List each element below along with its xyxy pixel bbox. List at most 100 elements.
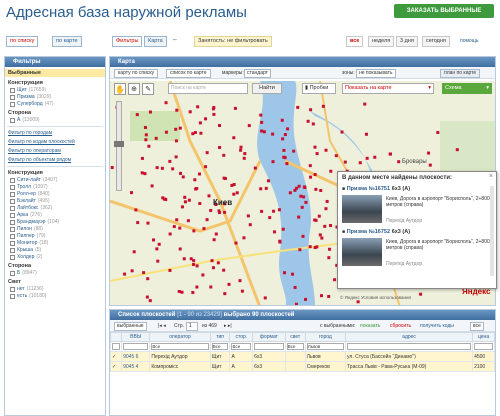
map-marker[interactable] [313,173,317,177]
map-marker[interactable] [179,171,183,175]
map-marker[interactable] [293,188,297,192]
time-week[interactable]: неделя [368,36,395,47]
map-marker[interactable] [234,241,238,245]
map-marker[interactable] [278,239,282,243]
map-marker[interactable] [204,165,208,169]
reset-link[interactable]: сбросить [390,323,411,329]
map-marker[interactable] [155,247,159,251]
construction2-item[interactable]: Арка (276) [10,212,102,218]
map-marker[interactable] [174,127,178,131]
checkbox[interactable] [10,247,15,253]
map-marker[interactable] [178,247,182,251]
map-marker[interactable] [260,209,264,213]
map-marker[interactable] [130,269,134,273]
zoom-icon[interactable]: ⊕ [128,83,140,95]
zoom-slider-handle[interactable] [114,141,124,147]
map-marker[interactable] [272,209,276,213]
map-marker[interactable] [308,164,312,168]
column-header[interactable]: адрес [345,332,474,342]
time-3days[interactable]: 3 дня [396,36,418,47]
map-marker[interactable] [209,208,213,212]
map-marker[interactable] [183,200,187,204]
map-marker[interactable] [358,161,362,165]
list-to-map-button[interactable]: список по карте [166,69,211,78]
map-marker[interactable] [240,289,244,293]
map-marker[interactable] [388,152,392,156]
map-marker[interactable] [223,292,227,296]
cell-surface-id[interactable]: 9045 4 [121,361,151,372]
map-marker[interactable] [232,182,236,186]
map-marker[interactable] [209,285,213,289]
map-marker[interactable] [298,248,302,252]
column-filter-select[interactable] [254,343,284,350]
tab-map-view[interactable]: по карте [52,36,82,47]
checkbox[interactable] [10,270,15,276]
selected-filter[interactable]: Выбранные [5,69,105,77]
map-marker[interactable] [222,268,226,272]
map-marker[interactable] [300,205,304,209]
map-marker[interactable] [294,302,298,306]
column-header[interactable]: город [304,332,347,342]
map-search-input[interactable]: Поиск на карте [168,83,248,94]
construction-item[interactable]: Суперборд (47) [10,101,102,107]
map-marker[interactable] [216,261,220,265]
sidebar-filter-link[interactable]: Фильтр по объектам рядом [8,157,102,163]
map-marker[interactable] [280,118,284,122]
cell-row-checkbox[interactable]: ✓ [110,361,123,372]
map-type-select[interactable]: Схема ▾ [442,83,492,94]
map-marker[interactable] [324,207,328,211]
map-marker[interactable] [140,156,144,160]
map-marker[interactable] [146,277,150,281]
map-marker[interactable] [373,155,377,159]
map-marker[interactable] [323,224,327,228]
checkbox[interactable] [10,226,15,232]
map-marker[interactable] [135,113,139,117]
checkbox[interactable] [10,191,15,197]
map-marker[interactable] [301,234,305,238]
column-filter-select[interactable] [123,343,149,350]
map-marker[interactable] [238,279,242,283]
map-marker[interactable] [320,294,324,298]
column-filter-select[interactable]: Все [231,343,252,350]
checkbox[interactable] [10,212,15,218]
map-marker[interactable] [364,132,368,136]
all-select[interactable]: все [470,322,484,331]
column-filter-select[interactable]: Все [286,343,304,350]
map-to-list-button[interactable]: карту по списку [114,69,159,78]
map-marker[interactable] [110,166,114,170]
map-marker[interactable] [340,130,344,134]
map-marker[interactable] [318,233,322,237]
construction2-item[interactable]: Холдер (2) [10,254,102,260]
map-marker[interactable] [428,163,432,167]
checkbox[interactable] [10,286,15,292]
popup-item-photo[interactable] [342,195,382,223]
column-header[interactable]: оператор [149,332,211,342]
map-marker[interactable] [201,273,205,277]
map-marker[interactable] [356,300,360,304]
map-marker[interactable] [242,156,246,160]
map-marker[interactable] [178,126,182,130]
map-marker[interactable] [175,218,179,222]
checkbox[interactable] [10,87,15,93]
map-marker[interactable] [235,191,239,195]
map-marker[interactable] [253,166,257,170]
map-marker[interactable] [183,195,187,199]
map-marker[interactable] [268,216,272,220]
map-marker[interactable] [196,105,200,109]
map-marker[interactable] [154,136,158,140]
map-marker[interactable] [199,131,203,135]
construction2-item[interactable]: Пилон (88) [10,226,102,232]
construction2-item[interactable]: Брандмауэр (104) [10,219,102,225]
map-marker[interactable] [327,256,331,260]
map-marker[interactable] [222,153,226,157]
map-marker[interactable] [271,132,275,136]
map-marker[interactable] [175,108,179,112]
map-marker[interactable] [313,218,317,222]
map-marker[interactable] [123,272,127,276]
map-marker[interactable] [283,133,287,137]
cell-surface-id[interactable]: 9045 6 [121,351,151,362]
map-marker[interactable] [260,129,264,133]
map-marker[interactable] [148,299,152,303]
map-marker[interactable] [195,264,199,268]
map-marker[interactable] [324,148,328,152]
